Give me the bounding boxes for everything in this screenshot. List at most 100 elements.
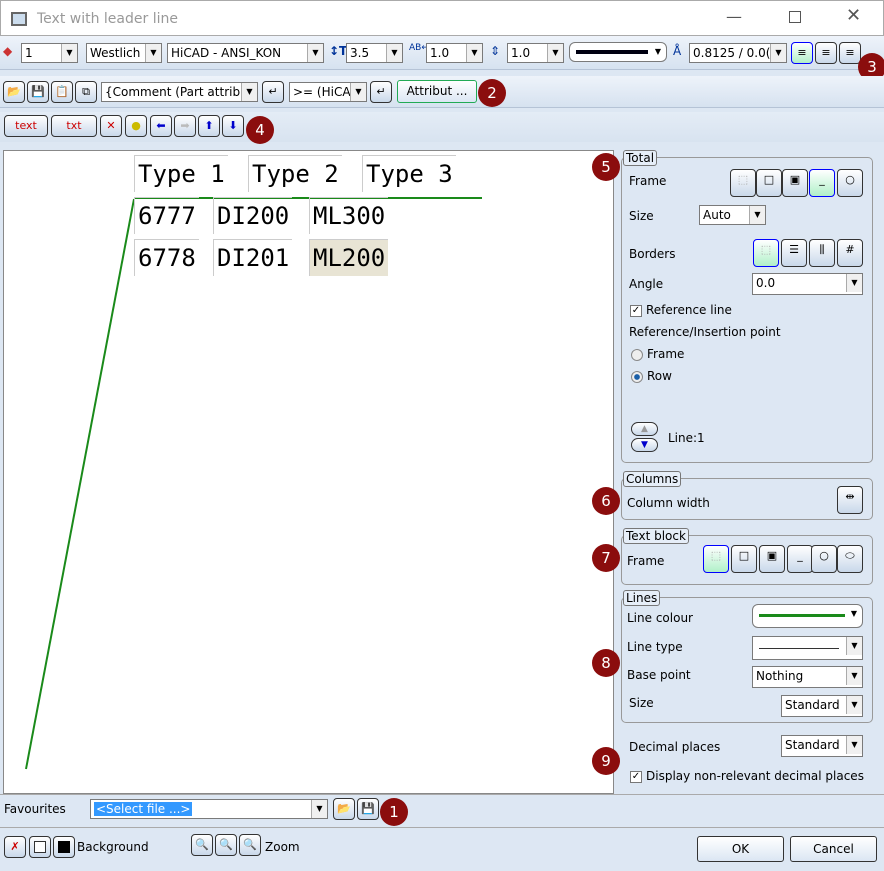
radio-frame[interactable]: Frame	[631, 347, 684, 361]
column-width-button[interactable]: ⇹	[837, 486, 863, 514]
tb-frame-none-button[interactable]: ⬚	[703, 545, 729, 573]
minimize-button[interactable]: —	[726, 7, 742, 26]
line-up-button[interactable]: ▲	[631, 422, 658, 436]
paste-button[interactable]: 📋	[51, 81, 73, 103]
format-toolbar: ◆ 1 ▼ Westlich ▼ HiCAD - ANSI_KON ▼ ↕T 3.5 ▼…	[0, 36, 884, 70]
line-colour-swatch	[759, 614, 845, 617]
edit-toolbar: text txt ✕ ● ⬅ ➡ ⬆ ⬇	[0, 112, 884, 142]
chevron-down-icon: ▼	[145, 44, 161, 62]
align-left-button[interactable]: ≡	[791, 42, 813, 64]
line-type-combo[interactable]: ▼	[752, 636, 863, 660]
table-cell[interactable]: ML300	[309, 197, 389, 234]
radio-icon	[631, 348, 643, 361]
frame-none-button[interactable]: ⬚	[730, 169, 756, 197]
header-cell[interactable]: Type 3	[362, 155, 456, 192]
borders-all-button[interactable]: #	[837, 239, 863, 267]
borders-label: Borders	[629, 247, 676, 261]
ok-button[interactable]: OK	[697, 836, 784, 862]
decimal-places-combo[interactable]: Standard ▼	[781, 735, 863, 757]
tb-frame-rounded-button[interactable]: ⬭	[837, 545, 863, 573]
zoom-out-button[interactable]: 🔍	[215, 834, 237, 856]
table-cell[interactable]: 6778	[134, 239, 199, 276]
arrow-right-button[interactable]: ➡	[174, 115, 196, 137]
tb-frame-circle-button[interactable]: ○	[811, 545, 837, 573]
frame-rect-button[interactable]: □	[756, 169, 782, 197]
line-spacing-combo[interactable]: 1.0 ▼	[507, 43, 564, 63]
title-bar: Text with leader line — ✕	[0, 0, 884, 36]
align-right-button[interactable]: ≡	[839, 42, 861, 64]
table-cell-selected[interactable]: ML200	[309, 239, 389, 276]
table-cell[interactable]: 6777	[134, 197, 199, 234]
line-size-combo[interactable]: Standard ▼	[781, 695, 863, 717]
display-nonrelevant-checkbox[interactable]: ✓ Display non-relevant decimal places	[630, 769, 864, 783]
textblock-frame-label: Frame	[627, 554, 665, 568]
background-none-button[interactable]: ✗	[4, 836, 26, 858]
header-cell[interactable]: Type 1	[134, 155, 228, 192]
insert-operator-button[interactable]: ↵	[370, 81, 392, 103]
copy-button[interactable]: ⧉	[75, 81, 97, 103]
tb-frame-rect-button[interactable]: □	[731, 545, 757, 573]
line-style-combo[interactable]: ▼	[569, 42, 667, 62]
cancel-button[interactable]: Cancel	[790, 836, 877, 862]
preview-canvas[interactable]: Type 1 Type 2 Type 3 6777 DI200 ML300 67…	[3, 150, 614, 794]
text-button[interactable]: text	[4, 115, 48, 137]
line-spacing-icon: ⇕	[490, 44, 501, 58]
angle-combo[interactable]: 0.0 ▼	[752, 273, 863, 295]
zoom-label: Zoom	[265, 840, 300, 854]
frame-underline-button[interactable]: _	[809, 169, 835, 197]
arrow-left-button[interactable]: ⬅	[150, 115, 172, 137]
arrow-up-button[interactable]: ⬆	[198, 115, 220, 137]
line-down-button[interactable]: ▼	[631, 438, 658, 452]
ratio-value: 0.8125 / 0.0(	[693, 46, 771, 60]
borders-none-button[interactable]: ⬚	[753, 239, 779, 267]
open-folder-button[interactable]: 📂	[3, 81, 25, 103]
font-combo[interactable]: HiCAD - ANSI_KON ▼	[167, 43, 324, 63]
arrow-down-button[interactable]: ⬇	[222, 115, 244, 137]
ratio-icon: Å	[673, 44, 682, 58]
ratio-combo[interactable]: 0.8125 / 0.0(▼	[689, 43, 787, 63]
background-white-button[interactable]	[29, 836, 51, 858]
header-cell[interactable]: Type 2	[248, 155, 342, 192]
txt-button[interactable]: txt	[51, 115, 97, 137]
callout-badge-1: 1	[380, 798, 408, 826]
save-button[interactable]: 💾	[27, 81, 49, 103]
layer-combo[interactable]: 1 ▼	[21, 43, 78, 63]
borders-vertical-button[interactable]: ⫼	[809, 239, 835, 267]
delete-button[interactable]: ✕	[100, 115, 122, 137]
table-cell[interactable]: DI201	[213, 239, 293, 276]
maximize-button[interactable]	[789, 11, 801, 23]
size-combo[interactable]: Auto ▼	[699, 205, 766, 225]
favourites-combo[interactable]: <Select file ...> ▼	[90, 799, 328, 819]
radio-row[interactable]: Row	[631, 369, 672, 383]
line-colour-combo[interactable]: ▼	[752, 604, 863, 628]
chevron-down-icon: ▼	[466, 44, 482, 62]
attribute-combo[interactable]: {Comment (Part attribu ▼	[101, 82, 258, 102]
zoom-in-button[interactable]: 🔍	[191, 834, 213, 856]
font-style-combo[interactable]: Westlich ▼	[86, 43, 162, 63]
table-cell[interactable]: DI200	[213, 197, 293, 234]
base-point-combo[interactable]: Nothing ▼	[752, 666, 863, 688]
tb-frame-underline-button[interactable]: _	[787, 545, 813, 573]
align-center-button[interactable]: ≡	[815, 42, 837, 64]
close-button[interactable]: ✕	[846, 5, 861, 26]
frame-circle-button[interactable]: ○	[837, 169, 863, 197]
borders-horizontal-button[interactable]: ☰	[781, 239, 807, 267]
insert-attribute-button[interactable]: ↵	[262, 81, 284, 103]
callout-badge-9: 9	[592, 747, 620, 775]
tb-frame-double-button[interactable]: ▣	[759, 545, 785, 573]
background-label: Background	[77, 840, 149, 854]
width-ratio-combo[interactable]: 1.0 ▼	[426, 43, 483, 63]
attribute-toolbar: 📂 💾 📋 ⧉ {Comment (Part attribu ▼ ↵ >= (Hi…	[0, 76, 884, 108]
frame-double-button[interactable]: ▣	[782, 169, 808, 197]
attribut-button[interactable]: Attribut ...	[397, 80, 477, 103]
link-button[interactable]: ●	[125, 115, 147, 137]
background-black-button[interactable]	[53, 836, 75, 858]
favourites-save-button[interactable]: 💾	[357, 798, 379, 820]
decimal-places-label: Decimal places	[629, 740, 721, 754]
operator-combo[interactable]: >= (HiCA ▼	[289, 82, 367, 102]
chevron-down-icon: ▼	[350, 83, 366, 101]
favourites-open-button[interactable]: 📂	[333, 798, 355, 820]
zoom-fit-button[interactable]: 🔍	[239, 834, 261, 856]
height-combo[interactable]: 3.5 ▼	[346, 43, 403, 63]
reference-line-checkbox[interactable]: ✓ Reference line	[630, 303, 732, 317]
